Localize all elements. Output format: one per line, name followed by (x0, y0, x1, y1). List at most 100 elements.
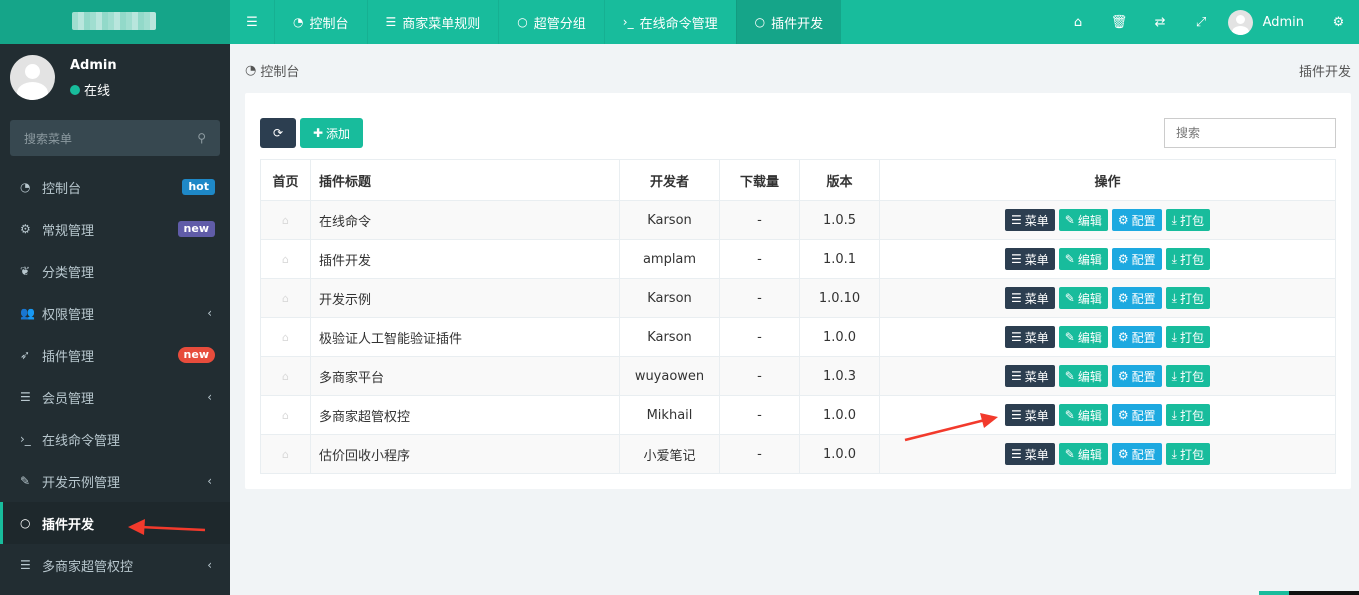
users-icon: 👥 (20, 306, 35, 320)
sidebar-toggle-button[interactable]: ☰ (230, 0, 274, 44)
sidebar-item-2[interactable]: ❦ 分类管理 (0, 250, 230, 292)
config-button[interactable]: ⚙ 配置 (1111, 443, 1162, 465)
user-menu[interactable]: Admin (1222, 9, 1318, 35)
home-cell: ⌂ (260, 239, 311, 279)
version-cell: 1.0.10 (799, 278, 880, 318)
author-cell: Karson (619, 278, 720, 318)
edit-button[interactable]: ✎ 编辑 (1058, 287, 1108, 309)
home-icon[interactable]: ⌂ (282, 409, 289, 422)
table-row: ⌂ 插件开发 amplam -1.0.1 ☰ 菜单 ✎ 编辑 ⚙ 配置 ⤓ 打包 (260, 239, 1336, 279)
chevron-left-icon: ‹ (207, 558, 212, 572)
pack-button[interactable]: ⤓ 打包 (1165, 248, 1210, 270)
config-button[interactable]: ⚙ 配置 (1111, 404, 1162, 426)
config-button[interactable]: ⚙ 配置 (1111, 287, 1162, 309)
home-icon[interactable]: ⌂ (282, 253, 289, 266)
download-icon: ⤓ (1171, 368, 1177, 383)
edit-button[interactable]: ✎ 编辑 (1058, 248, 1108, 270)
sidebar-search-input[interactable]: 搜索菜单 ⚲ (10, 120, 220, 156)
col-header-version[interactable]: 版本 (799, 159, 880, 201)
settings-button[interactable]: ⚙ (1318, 0, 1359, 44)
plus-icon: ✚ (312, 126, 324, 140)
action-buttons: ☰ 菜单 ✎ 编辑 ⚙ 配置 ⤓ 打包 (880, 365, 1335, 387)
fullscreen-button[interactable]: ⤢ (1181, 0, 1222, 44)
pack-button[interactable]: ⤓ 打包 (1165, 287, 1210, 309)
tab-2[interactable]: ○ 超管分组 (498, 0, 604, 44)
pack-button[interactable]: ⤓ 打包 (1165, 443, 1210, 465)
nav-tabs: ◔ 控制台 ☰ 商家菜单规则 ○ 超管分组 ›_ 在线命令管理 ○ 插件开发 (274, 0, 842, 44)
sidebar-item-0[interactable]: ◔ 控制台 hot (0, 166, 230, 208)
menu-button[interactable]: ☰ 菜单 (1005, 443, 1055, 465)
menu-button[interactable]: ☰ 菜单 (1005, 209, 1055, 231)
edit-button[interactable]: ✎ 编辑 (1058, 326, 1108, 348)
author-cell: Mikhail (619, 395, 720, 435)
edit-button[interactable]: ✎ 编辑 (1058, 209, 1108, 231)
config-button[interactable]: ⚙ 配置 (1111, 248, 1162, 270)
config-button[interactable]: ⚙ 配置 (1111, 209, 1162, 231)
action-buttons: ☰ 菜单 ✎ 编辑 ⚙ 配置 ⤓ 打包 (880, 248, 1335, 270)
clear-cache-button[interactable]: 🗑 (1099, 0, 1140, 44)
menu-badge: new (177, 347, 215, 363)
menu-button[interactable]: ☰ 菜单 (1005, 404, 1055, 426)
sidebar-item-5[interactable]: ☰ 会员管理 ‹ (0, 376, 230, 418)
edit-button[interactable]: ✎ 编辑 (1058, 365, 1108, 387)
breadcrumb-label[interactable]: 控制台 (260, 61, 299, 80)
menu-button[interactable]: ☰ 菜单 (1005, 365, 1055, 387)
config-button-label: 配置 (1131, 252, 1156, 267)
edit-button[interactable]: ✎ 编辑 (1058, 404, 1108, 426)
add-button-label: 添加 (326, 126, 351, 141)
sidebar-item-8[interactable]: ○ 插件开发 (0, 502, 230, 544)
menu-button[interactable]: ☰ 菜单 (1005, 287, 1055, 309)
tab-4[interactable]: ○ 插件开发 (735, 0, 842, 44)
logo-area[interactable] (0, 0, 230, 44)
breadcrumb-current: 插件开发 (1298, 65, 1351, 80)
pack-button-label: 打包 (1179, 330, 1204, 345)
sidebar-item-9[interactable]: ☰ 多商家超管权控 ‹ (0, 544, 230, 586)
cogs-icon: ⚙ (1117, 291, 1129, 305)
home-icon[interactable]: ⌂ (282, 292, 289, 305)
sidebar-item-6[interactable]: ›_ 在线命令管理 (0, 418, 230, 460)
downloads-cell: - (719, 200, 800, 240)
home-icon[interactable]: ⌂ (282, 331, 289, 344)
config-button[interactable]: ⚙ 配置 (1111, 326, 1162, 348)
home-icon[interactable]: ⌂ (282, 370, 289, 383)
config-button[interactable]: ⚙ 配置 (1111, 365, 1162, 387)
sidebar-item-4[interactable]: ➶ 插件管理 new (0, 334, 230, 376)
table-row: ⌂ 极验证人工智能验证插件 Karson -1.0.0 ☰ 菜单 ✎ 编辑 ⚙ 配置 ⤓ 打包 (260, 317, 1336, 357)
pack-button[interactable]: ⤓ 打包 (1165, 404, 1210, 426)
action-buttons: ☰ 菜单 ✎ 编辑 ⚙ 配置 ⤓ 打包 (880, 404, 1335, 426)
pencil-icon: ✎ (1064, 447, 1075, 461)
tab-0[interactable]: ◔ 控制台 (274, 0, 367, 44)
pack-button[interactable]: ⤓ 打包 (1165, 326, 1210, 348)
refresh-button[interactable]: ⟳ (260, 118, 296, 148)
sidebar-item-label: 权限管理 (42, 307, 95, 323)
edit-button[interactable]: ✎ 编辑 (1058, 443, 1108, 465)
home-icon[interactable]: ⌂ (282, 214, 289, 227)
sidebar-item-1[interactable]: ⚙ 常规管理 new (0, 208, 230, 250)
col-header-actions: 操作 (879, 159, 1336, 201)
home-button[interactable]: ⌂ (1058, 0, 1099, 44)
col-header-author[interactable]: 开发者 (619, 159, 720, 201)
pack-button[interactable]: ⤓ 打包 (1165, 209, 1210, 231)
language-button[interactable]: ⇄ (1140, 0, 1181, 44)
sidebar-item-3[interactable]: 👥 权限管理 ‹ (0, 292, 230, 334)
plugin-title-cell: 多商家平台 (310, 356, 620, 396)
pack-button[interactable]: ⤓ 打包 (1165, 365, 1210, 387)
add-button[interactable]: ✚ 添加 (300, 118, 363, 148)
sidebar-item-7[interactable]: ✎ 开发示例管理 ‹ (0, 460, 230, 502)
col-header-home[interactable]: 首页 (260, 159, 311, 201)
sidebar-user-name: Admin (70, 58, 117, 73)
plugin-title-cell: 多商家超管权控 (310, 395, 620, 435)
tab-3[interactable]: ›_ 在线命令管理 (603, 0, 736, 44)
downloads-cell: - (719, 239, 800, 279)
menu-button[interactable]: ☰ 菜单 (1005, 248, 1055, 270)
menu-button-label: 菜单 (1024, 330, 1049, 345)
tab-1[interactable]: ☰ 商家菜单规则 (366, 0, 499, 44)
terminal-icon: ›_ (622, 15, 634, 29)
home-icon[interactable]: ⌂ (282, 448, 289, 461)
table-search-input[interactable] (1164, 118, 1336, 148)
col-header-downloads[interactable]: 下载量 (719, 159, 800, 201)
downloads-cell: - (719, 317, 800, 357)
col-header-title[interactable]: 插件标题 (310, 159, 620, 201)
edit-button-label: 编辑 (1077, 408, 1102, 423)
menu-button[interactable]: ☰ 菜单 (1005, 326, 1055, 348)
